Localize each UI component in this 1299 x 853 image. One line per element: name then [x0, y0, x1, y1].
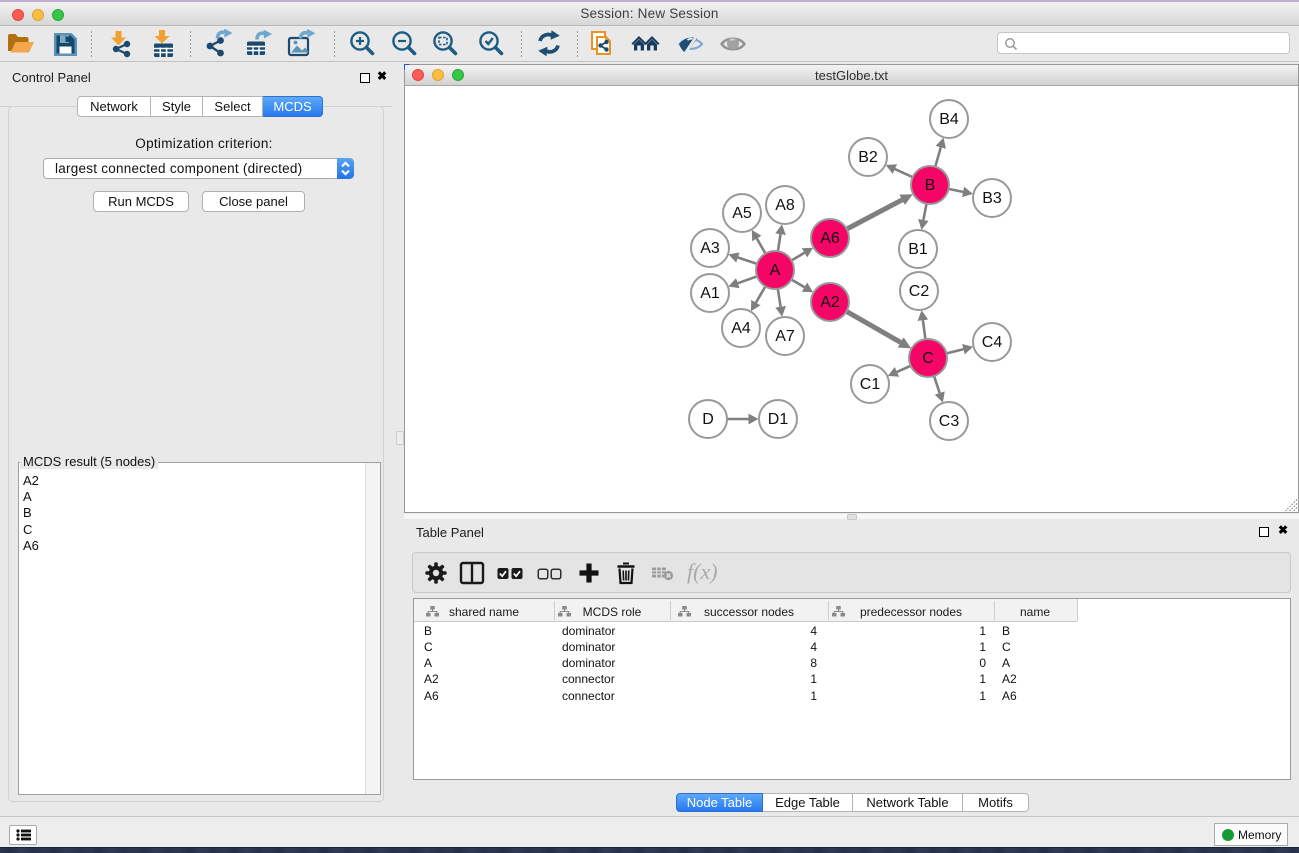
svg-text:A6: A6	[820, 230, 840, 247]
svg-text:A1: A1	[700, 285, 720, 302]
svg-text:A2: A2	[820, 294, 840, 311]
svg-text:D: D	[702, 411, 714, 428]
svg-text:A8: A8	[775, 197, 795, 214]
svg-text:A5: A5	[732, 205, 752, 222]
svg-text:C2: C2	[909, 283, 930, 300]
svg-text:C: C	[922, 350, 934, 367]
svg-text:B3: B3	[982, 190, 1002, 207]
svg-text:A4: A4	[731, 320, 751, 337]
svg-text:B4: B4	[939, 111, 959, 128]
svg-text:D1: D1	[768, 411, 789, 428]
svg-text:A: A	[770, 262, 781, 279]
svg-text:B2: B2	[858, 149, 878, 166]
svg-text:C1: C1	[860, 376, 881, 393]
svg-text:A3: A3	[700, 240, 720, 257]
svg-text:C3: C3	[939, 413, 960, 430]
svg-text:B: B	[925, 177, 936, 194]
svg-text:A7: A7	[775, 328, 795, 345]
svg-text:C4: C4	[982, 334, 1003, 351]
svg-text:B1: B1	[908, 241, 928, 258]
